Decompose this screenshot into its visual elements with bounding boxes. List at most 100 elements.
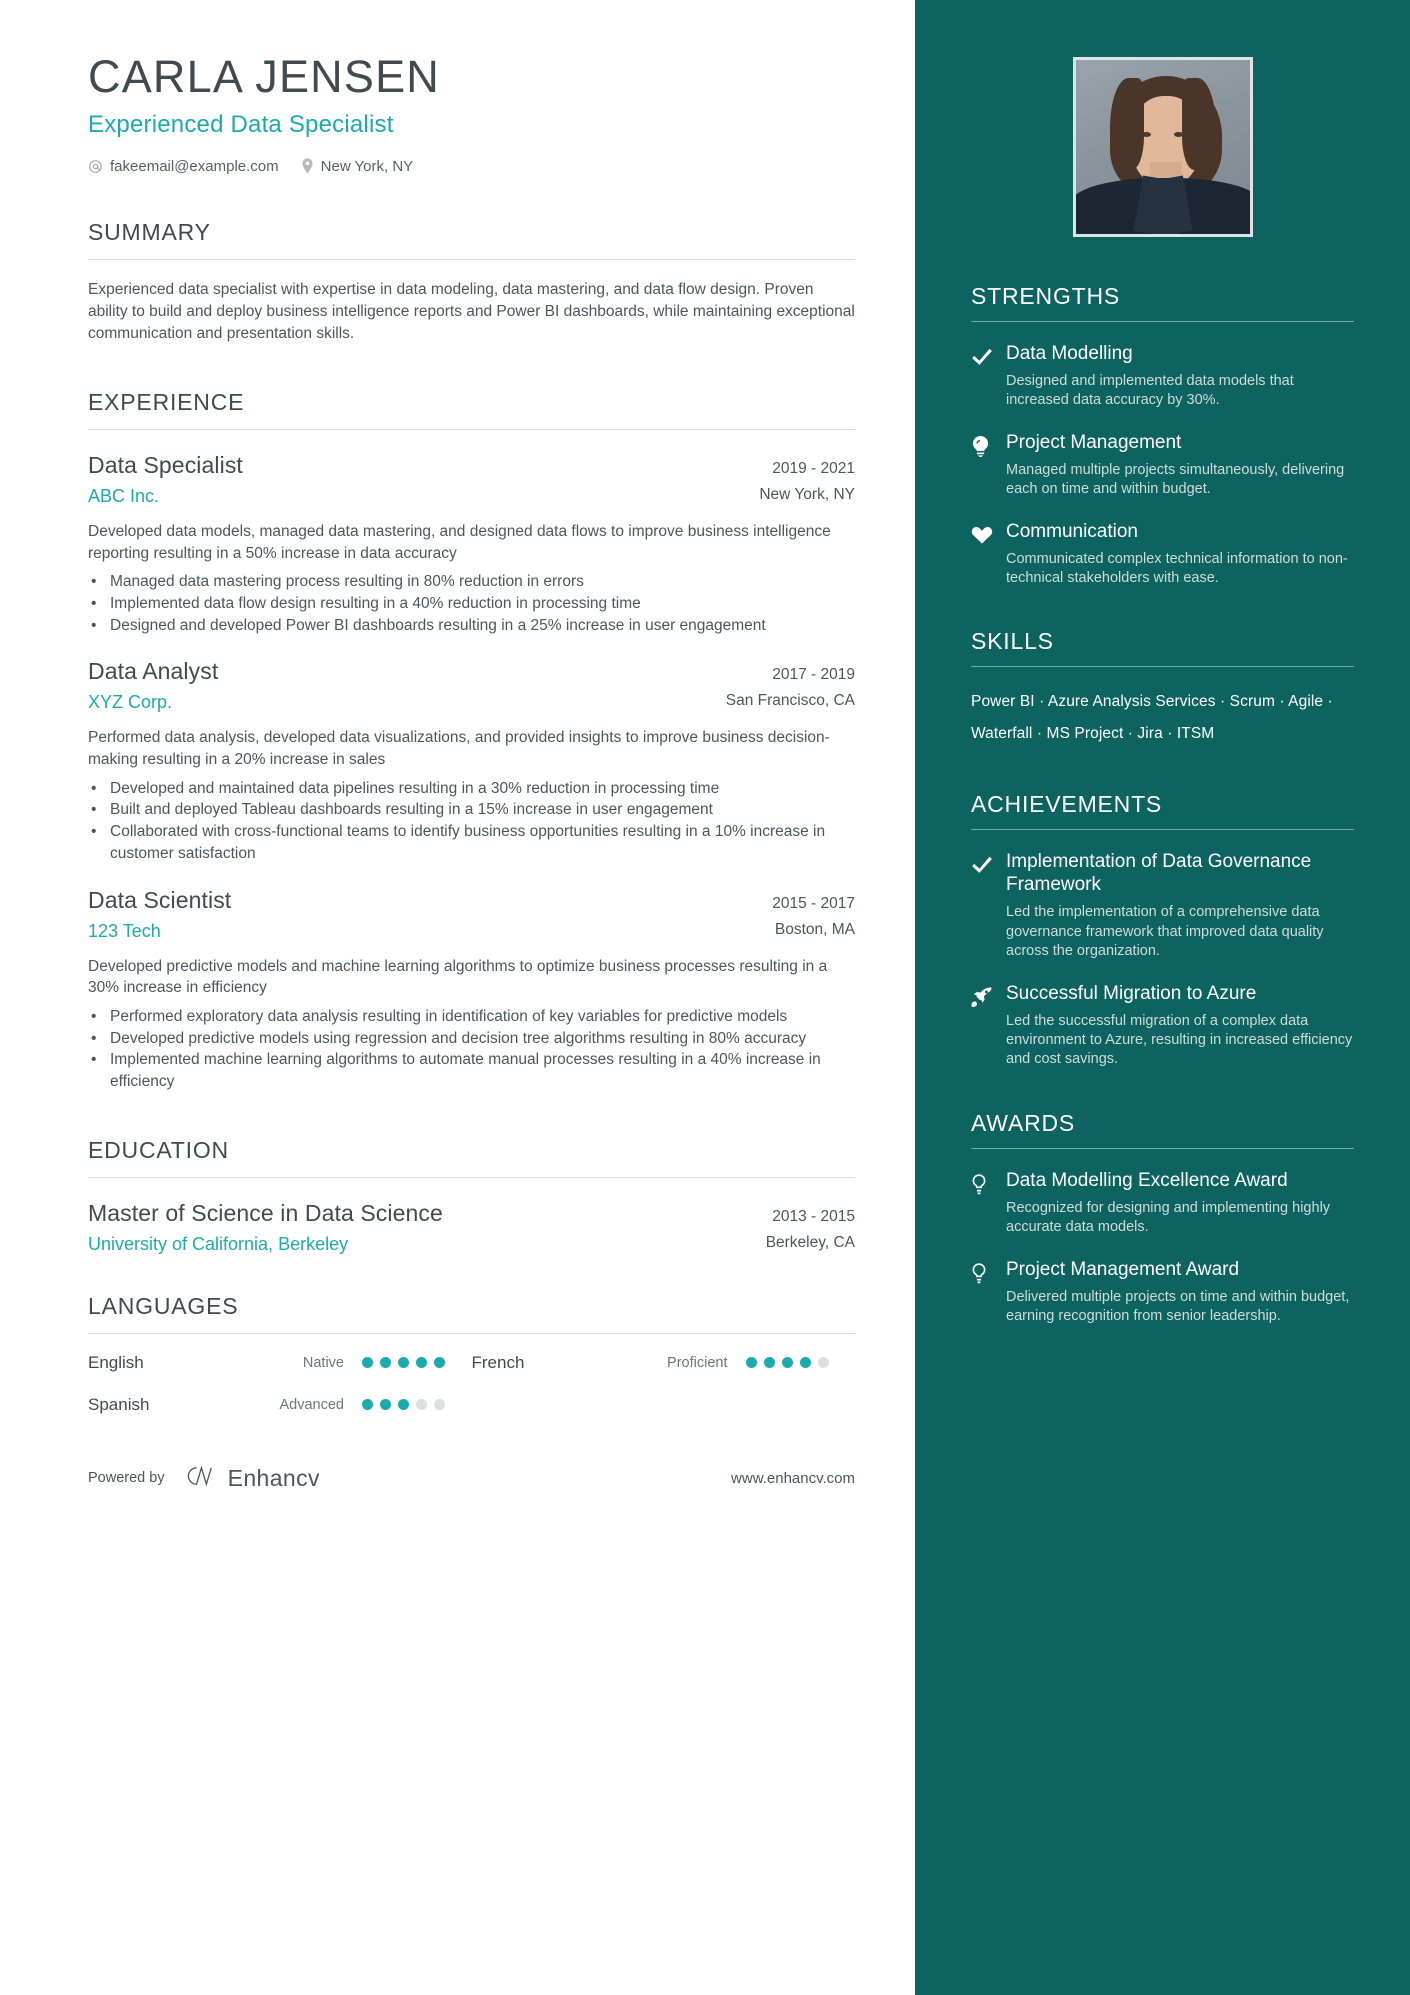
awards-item-description: Delivered multiple projects on time and … (1006, 1288, 1350, 1324)
experience-company[interactable]: XYZ Corp. (88, 692, 172, 713)
avatar-eye-left (1141, 132, 1151, 137)
language-rating-dot (398, 1357, 409, 1369)
experience-header: Data Analyst 2017 - 2019 (88, 658, 855, 685)
section-title-awards: AWARDS (971, 1109, 1076, 1136)
job-title: Experienced Data Specialist (88, 110, 394, 138)
experience-entry: Data Analyst 2017 - 2019 XYZ Corp. San Fran… (88, 658, 855, 864)
main-column: CARLA JENSEN Experienced Data Specialist… (0, 0, 915, 1995)
rocket-icon (971, 982, 993, 1070)
experience-location: Boston, MA (774, 920, 855, 938)
language-rating-dot (380, 1357, 391, 1369)
achievements-item-title: Implementation of Data Governance Framew… (1006, 850, 1312, 896)
language-rating-dot (416, 1357, 427, 1369)
bullet-dot: • (91, 1029, 97, 1047)
experience-description: Developed predictive models and machine … (88, 957, 828, 997)
powered-by-label: Powered by (88, 1470, 165, 1487)
divider (971, 828, 1354, 830)
section-title-summary: SUMMARY (88, 218, 211, 245)
experience-subheader: ABC Inc. New York, NY (88, 486, 855, 507)
experience-bullet-text: Built and deployed Tableau dashboards re… (110, 801, 713, 819)
bulb-icon (971, 1169, 993, 1238)
bullet-dot: • (91, 573, 97, 591)
experience-bullet-text: Developed and maintained data pipelines … (110, 779, 720, 797)
header-block: CARLA JENSEN Experienced Data Specialist… (88, 52, 855, 175)
avatar (1072, 57, 1253, 237)
experience-bullet-text: Collaborated with cross-functional teams… (110, 823, 826, 862)
experience-bullets: • Developed and maintained data pipelines… (88, 778, 855, 865)
experience-subheader: 123 Tech Boston, MA (88, 921, 855, 942)
language-row: English Native (88, 1353, 472, 1373)
language-rating-dot (416, 1399, 427, 1411)
experience-bullets: • Performed exploratory data analysis res… (88, 1006, 855, 1093)
section-title-experience: EXPERIENCE (88, 388, 245, 415)
at-sign-icon (88, 159, 103, 174)
language-level: Proficient (667, 1354, 728, 1371)
experience-header: Data Scientist 2015 - 2017 (88, 887, 855, 914)
brand-block[interactable]: Enhancv (181, 1465, 320, 1492)
map-pin-icon (301, 158, 314, 174)
section-summary: SUMMARY Experienced data specialist with… (88, 219, 855, 345)
section-languages: LANGUAGES English Native French Proficient S… (88, 1293, 855, 1415)
language-rating-dot (398, 1399, 409, 1411)
strengths-item-description: Communicated complex technical informati… (1006, 550, 1348, 586)
language-rating-dot (380, 1399, 391, 1411)
education-dates: 2013 - 2015 (772, 1207, 855, 1225)
experience-description: Performed data analysis, developed data … (88, 729, 830, 769)
contact-row: fakeemail@example.com New York, NY (88, 158, 855, 175)
section-strengths: STRENGTHS Data Modelling Designed and imp… (971, 283, 1354, 588)
contact-location-text: New York, NY (320, 157, 414, 175)
strengths-item-title: Data Modelling (1006, 343, 1133, 364)
contact-email[interactable]: fakeemail@example.com (88, 158, 279, 175)
language-row: Spanish Advanced (88, 1395, 472, 1415)
language-rating-dot (763, 1357, 775, 1369)
education-school[interactable]: University of California, Berkeley (88, 1234, 348, 1255)
languages-grid: English Native French Proficient Spanish Adva… (88, 1353, 855, 1415)
awards-item-title: Data Modelling Excellence Award (1006, 1169, 1288, 1191)
language-rating-dot (362, 1399, 373, 1411)
experience-company[interactable]: ABC Inc. (88, 486, 159, 507)
achievement-item: Implementation of Data Governance Framew… (971, 850, 1354, 962)
section-title-skills: SKILLS (971, 628, 1054, 655)
achievements-item-title: Successful Migration to Azure (1006, 982, 1257, 1004)
section-achievements: ACHIEVEMENTS Implementation of Data Gove… (971, 791, 1354, 1070)
section-title-achievements: ACHIEVEMENTS (971, 790, 1163, 817)
section-title-strengths: STRENGTHS (971, 283, 1121, 309)
divider (971, 321, 1354, 322)
page-title: CARLA JENSEN (88, 51, 441, 102)
experience-dates: 2017 - 2019 (772, 666, 855, 684)
education-location: Berkeley, CA (765, 1233, 855, 1251)
section-title-education: EDUCATION (88, 1136, 229, 1163)
experience-company[interactable]: 123 Tech (88, 921, 161, 942)
check-icon (971, 850, 993, 962)
avatar-hair-left (1109, 78, 1144, 170)
achievements-item-description: Led the successful migration of a comple… (1006, 1012, 1353, 1068)
heart-icon (971, 520, 993, 589)
footer: Powered by Enhancv www.enhancv.com (88, 1465, 855, 1502)
bullet-dot: • (91, 801, 97, 819)
language-level: Advanced (279, 1396, 345, 1413)
experience-bullet: • Developed predictive models using regre… (88, 1028, 855, 1050)
resume-page: CARLA JENSEN Experienced Data Specialist… (0, 0, 1410, 1995)
bullet-dot: • (91, 616, 97, 634)
bullet-dot: • (91, 1051, 97, 1069)
experience-bullet-text: Implemented machine learning algorithms … (110, 1051, 821, 1090)
section-experience: EXPERIENCE Data Specialist 2019 - 2021 ABC… (88, 389, 855, 1093)
language-rating-dot (781, 1357, 793, 1369)
award-item: Project Management Award Delivered multip… (971, 1258, 1354, 1327)
section-skills: SKILLS Power BI · Azure Analysis Service… (971, 628, 1354, 750)
divider (88, 1176, 855, 1178)
powered-by-block: Powered by Enhancv (88, 1465, 320, 1492)
bulb-icon (971, 1258, 993, 1327)
divider (88, 1332, 855, 1334)
footer-website[interactable]: www.enhancv.com (731, 1470, 855, 1487)
section-title-languages: LANGUAGES (88, 1292, 239, 1319)
language-rating (362, 1399, 445, 1411)
education-list: Master of Science in Data Science 2013 - … (88, 1200, 855, 1255)
skills-text: Power BI · Azure Analysis Services · Scr… (971, 693, 1333, 743)
summary-text: Experienced data specialist with experti… (88, 280, 855, 342)
enhancv-logo-icon (181, 1465, 217, 1492)
bullet-dot: • (91, 1007, 97, 1025)
experience-description: Developed data models, managed data mast… (88, 522, 831, 562)
divider (971, 1147, 1354, 1149)
experience-location: New York, NY (759, 485, 855, 503)
